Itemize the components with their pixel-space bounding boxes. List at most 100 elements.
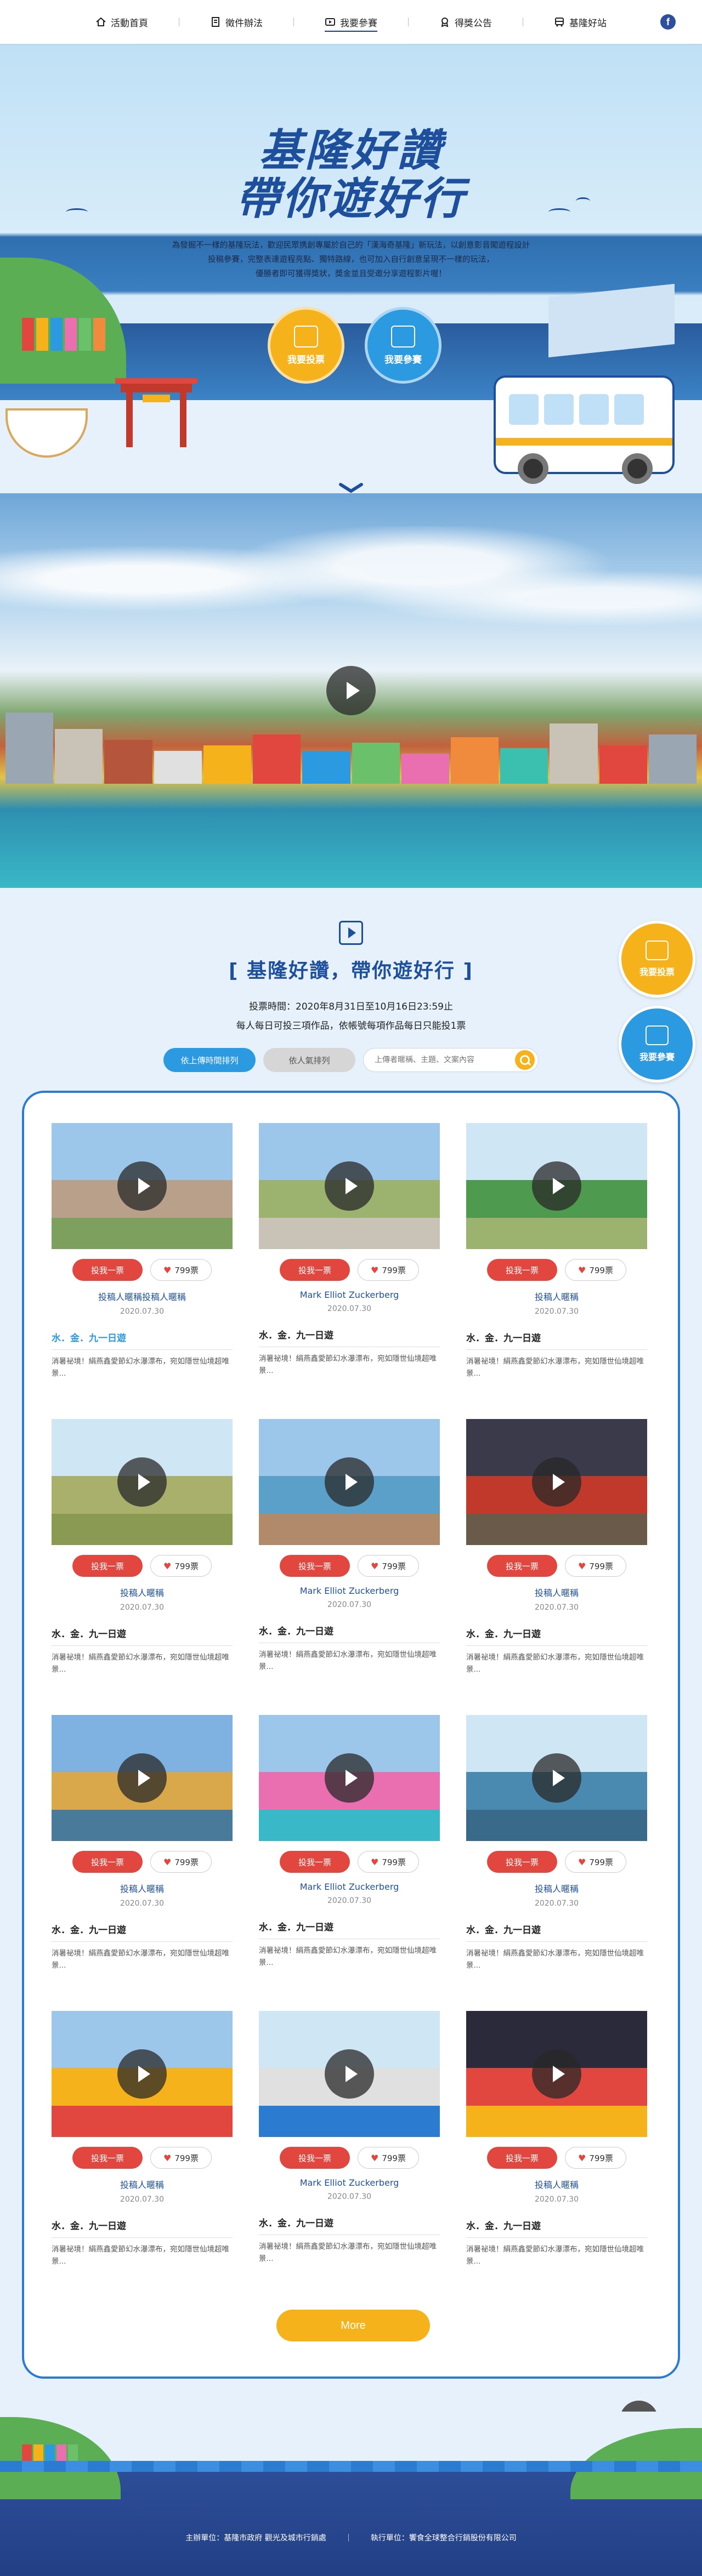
play-icon[interactable] — [117, 2049, 167, 2099]
play-icon[interactable] — [325, 1161, 374, 1211]
work-author[interactable]: Mark Elliot Zuckerberg — [259, 1290, 440, 1300]
work-title[interactable]: 水．金．九一日遊 — [259, 1623, 440, 1637]
work-author[interactable]: 投稿人暱稱 — [466, 1586, 647, 1599]
work-title[interactable]: 水．金．九一日遊 — [466, 1626, 647, 1640]
home-icon — [96, 17, 106, 26]
nav-item-winners[interactable]: 得獎公告 — [439, 0, 492, 44]
play-icon[interactable] — [532, 1753, 581, 1803]
work-title[interactable]: 水．金．九一日遊 — [52, 1922, 233, 1936]
work-author[interactable]: 投稿人暱稱 — [466, 2178, 647, 2191]
work-author[interactable]: 投稿人暱稱 — [52, 1586, 233, 1599]
play-icon[interactable] — [117, 1753, 167, 1803]
work-thumbnail[interactable] — [259, 1419, 440, 1545]
work-description: 消暑祕境！絹燕鑫愛節幻水瀑漂布，宛如隱世仙境超唯景... — [466, 2237, 647, 2267]
vote-row: 投我一票 ♥ 799票 — [466, 2147, 647, 2169]
nav-divider — [293, 18, 294, 26]
work-author[interactable]: Mark Elliot Zuckerberg — [259, 2178, 440, 2188]
work-date: 2020.07.30 — [327, 1304, 372, 1313]
play-icon[interactable] — [325, 2049, 374, 2099]
footer-credits: 主辦單位：基隆市政府 觀光及城市行銷處 執行單位：饗食全球整合行銷股份有限公司 — [0, 2532, 702, 2543]
search-input[interactable] — [375, 1056, 515, 1064]
work-title[interactable]: 水．金．九一日遊 — [52, 1626, 233, 1640]
work-thumbnail[interactable] — [259, 1123, 440, 1249]
work-thumbnail[interactable] — [466, 1715, 647, 1841]
work-date: 2020.07.30 — [120, 2195, 165, 2204]
medal-icon — [441, 18, 449, 27]
nav-item-stations[interactable]: 基隆好站 — [554, 0, 607, 44]
work-thumbnail[interactable] — [466, 1419, 647, 1545]
vote-button[interactable]: 投我一票 — [280, 2147, 350, 2169]
work-author[interactable]: 投稿人暱稱 — [52, 1882, 233, 1895]
work-thumbnail[interactable] — [52, 2011, 233, 2137]
vote-button[interactable]: 投我一票 — [72, 1555, 143, 1577]
main-video[interactable] — [0, 493, 702, 888]
vote-button[interactable]: 投我一票 — [72, 1259, 143, 1281]
sort-by-upload-button[interactable]: 依上傳時間排列 — [163, 1048, 256, 1072]
work-author[interactable]: Mark Elliot Zuckerberg — [259, 1586, 440, 1596]
vote-button[interactable]: 投我一票 — [280, 1851, 350, 1873]
sort-by-popularity-button[interactable]: 依人氣排列 — [263, 1048, 355, 1072]
vote-row: 投我一票 ♥ 799票 — [466, 1555, 647, 1577]
work-date: 2020.07.30 — [327, 1600, 372, 1609]
hero-join-button[interactable]: 我要參賽 — [365, 307, 441, 384]
work-author[interactable]: 投稿人暱稱投稿人暱稱 — [52, 1290, 233, 1303]
nav-item-rules[interactable]: 徵件辦法 — [210, 0, 263, 44]
hero-title-line1: 基隆好讚 — [259, 124, 443, 176]
work-title[interactable]: 水．金．九一日遊 — [259, 2215, 440, 2229]
work-title[interactable]: 水．金．九一日遊 — [52, 2218, 233, 2232]
work-thumbnail[interactable] — [259, 2011, 440, 2137]
work-thumbnail[interactable] — [52, 1419, 233, 1545]
vote-count: ♥ 799票 — [358, 2147, 419, 2169]
vote-button[interactable]: 投我一票 — [487, 2147, 557, 2169]
work-author[interactable]: 投稿人暱稱 — [52, 2178, 233, 2191]
vote-button[interactable]: 投我一票 — [487, 1259, 557, 1281]
thumb-ground — [52, 1217, 233, 1249]
video-icon — [325, 18, 335, 26]
work-title[interactable]: 水．金．九一日遊 — [466, 1330, 647, 1344]
play-icon[interactable] — [532, 1457, 581, 1507]
vote-row: 投我一票 ♥ 799票 — [466, 1851, 647, 1873]
vote-button[interactable]: 投我一票 — [280, 1555, 350, 1577]
vote-button[interactable]: 投我一票 — [487, 1555, 557, 1577]
facebook-icon[interactable]: f — [660, 14, 676, 30]
nav-item-join[interactable]: 我要參賽 — [325, 0, 377, 44]
work-title[interactable]: 水．金．九一日遊 — [466, 2218, 647, 2232]
play-icon[interactable] — [117, 1457, 167, 1507]
play-icon[interactable] — [532, 2049, 581, 2099]
more-button[interactable]: More — [276, 2310, 430, 2341]
chevron-down-icon[interactable] — [338, 482, 364, 493]
play-icon[interactable] — [117, 1161, 167, 1211]
play-icon[interactable] — [325, 1457, 374, 1507]
work-thumbnail[interactable] — [466, 2011, 647, 2137]
hero-title-line2: 帶你遊好行 — [236, 173, 466, 224]
work-title[interactable]: 水．金．九一日遊 — [466, 1922, 647, 1936]
hero-vote-button[interactable]: 我要投票 — [268, 307, 344, 384]
vote-button[interactable]: 投我一票 — [280, 1259, 350, 1281]
search-icon[interactable] — [515, 1050, 535, 1070]
work-thumbnail[interactable] — [466, 1123, 647, 1249]
play-icon[interactable] — [532, 1161, 581, 1211]
floating-vote-button[interactable]: 我要投票 — [619, 921, 695, 998]
work-thumbnail[interactable] — [259, 1715, 440, 1841]
work-author[interactable]: Mark Elliot Zuckerberg — [259, 1882, 440, 1892]
play-icon[interactable] — [326, 666, 376, 715]
vote-button[interactable]: 投我一票 — [72, 2147, 143, 2169]
work-title[interactable]: 水．金．九一日遊 — [52, 1330, 233, 1344]
vote-button[interactable]: 投我一票 — [72, 1851, 143, 1873]
work-title[interactable]: 水．金．九一日遊 — [259, 1327, 440, 1341]
video-icon — [391, 325, 415, 347]
vote-row: 投我一票 ♥ 799票 — [259, 1851, 440, 1873]
vote-row: 投我一票 ♥ 799票 — [52, 1259, 233, 1281]
vote-count: ♥ 799票 — [565, 1259, 626, 1281]
hero-banner: 基隆好讚 帶你遊好行 為發掘不一樣的基隆玩法，歡迎民眾携創專屬於自己的「漢海奇基… — [0, 44, 702, 493]
work-author[interactable]: 投稿人暱稱 — [466, 1882, 647, 1895]
floating-join-button[interactable]: 我要參賽 — [619, 1006, 695, 1082]
play-icon[interactable] — [325, 1753, 374, 1803]
work-title[interactable]: 水．金．九一日遊 — [259, 1919, 440, 1933]
work-author[interactable]: 投稿人暱稱 — [466, 1290, 647, 1303]
work-card: 投我一票 ♥ 799票 投稿人暱稱 2020.07.30 水．金．九一日遊 消暑… — [466, 1123, 647, 1419]
nav-item-home[interactable]: 活動首頁 — [95, 0, 148, 44]
vote-button[interactable]: 投我一票 — [487, 1851, 557, 1873]
work-thumbnail[interactable] — [52, 1715, 233, 1841]
work-thumbnail[interactable] — [52, 1123, 233, 1249]
